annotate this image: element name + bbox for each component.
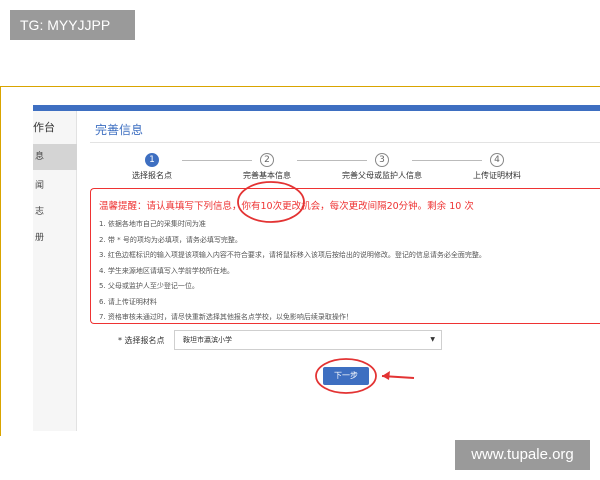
registration-point-select[interactable]: 鞍坦市瀛滨小学 ▼	[174, 330, 442, 350]
step-number: 4	[490, 153, 504, 167]
step-progress: 1 选择报名点 2 完善基本信息 3 完善父母或监护人信息 4 上传证明材料	[108, 151, 578, 191]
notice-item: 1. 依据各地市自己的采集时间为准	[99, 220, 206, 228]
sidebar-item-info[interactable]: 息	[33, 144, 77, 170]
sidebar-header: 作台	[33, 121, 55, 134]
step-label: 选择报名点	[132, 171, 172, 180]
notice-item: 5. 父母或监护人至少登记一位。	[99, 282, 199, 290]
watermark-bottom: www.tupale.org	[455, 440, 590, 470]
notice-item: 3. 红色边框标识的输入项提该项输入内容不符合要求，请将鼠标移入该项后按给出的说…	[99, 251, 486, 259]
registration-point-label: * 选择报名点	[118, 336, 165, 345]
sidebar-item-log[interactable]: 志	[33, 199, 77, 225]
step-2: 2 完善基本信息	[227, 151, 307, 181]
main-panel: 完善信息 1 选择报名点 2 完善基本信息 3 完善父母或监护人信息 4 上传证…	[78, 111, 600, 431]
sidebar: 作台 息 闻 志 册	[33, 111, 77, 431]
notice-box: 温馨提醒：请认真填写下列信息，你有10次更改机会，每次更改间隔20分钟。剩余 1…	[90, 188, 600, 324]
sidebar-item-register[interactable]: 册	[33, 225, 77, 251]
title-divider	[90, 142, 600, 143]
notice-item: 7. 资格审核未通过时，请尽快重新选择其他报名点学校，以免影响后续录取操作！	[99, 313, 353, 321]
selected-school: 鞍坦市瀛滨小学	[183, 336, 232, 344]
chevron-down-icon: ▼	[430, 336, 435, 343]
watermark-top: TG: MYYJJPP	[10, 10, 135, 40]
step-label: 完善基本信息	[243, 171, 291, 180]
notice-list: 1. 依据各地市自己的采集时间为准 2. 带 * 号的项均为必填项，请务必填写完…	[99, 217, 486, 326]
sidebar-item-news[interactable]: 闻	[33, 173, 77, 199]
step-number: 2	[260, 153, 274, 167]
registration-point-row: * 选择报名点 鞍坦市瀛滨小学 ▼	[118, 330, 448, 352]
step-number: 1	[145, 153, 159, 167]
next-step-button[interactable]: 下一步	[323, 367, 369, 385]
page-title: 完善信息	[95, 123, 144, 137]
step-number: 3	[375, 153, 389, 167]
step-3: 3 完善父母或监护人信息	[342, 151, 422, 181]
step-label: 完善父母或监护人信息	[342, 171, 422, 180]
step-1: 1 选择报名点	[112, 151, 192, 181]
notice-item: 4. 学生来源地区请填写入学前学校所在地。	[99, 266, 234, 275]
notice-item: 2. 带 * 号的项均为必填项，请务必填写完整。	[99, 235, 242, 244]
step-4: 4 上传证明材料	[457, 151, 537, 181]
notice-heading: 温馨提醒：请认真填写下列信息，你有10次更改机会，每次更改间隔20分钟。剩余 1…	[99, 201, 474, 212]
step-label: 上传证明材料	[473, 171, 521, 180]
notice-item: 6. 请上传证明材料	[99, 297, 157, 306]
